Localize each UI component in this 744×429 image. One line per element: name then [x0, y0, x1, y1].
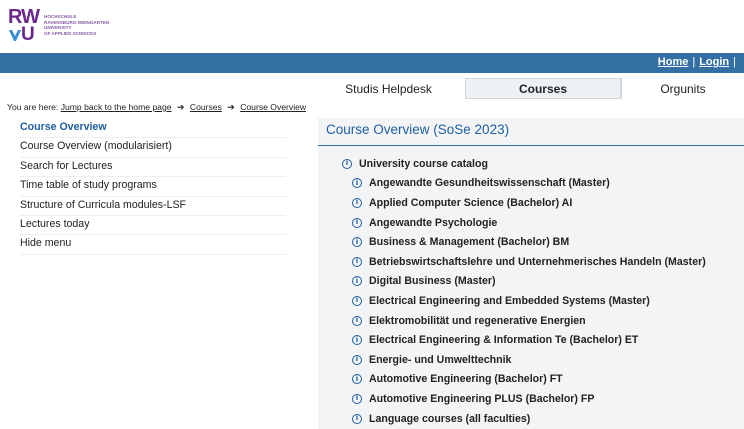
- course-tree-item-label[interactable]: Angewandte Gesundheitswissenschaft (Mast…: [369, 177, 610, 189]
- menu-item-course-overview[interactable]: Course Overview: [20, 119, 286, 139]
- arrow-right-icon: ➔: [176, 102, 185, 112]
- info-icon[interactable]: i: [352, 256, 362, 267]
- logo-mark-u: U: [21, 24, 35, 45]
- course-tree-item-label[interactable]: Elektromobilität und regenerative Energi…: [369, 315, 586, 327]
- course-tree-item-label[interactable]: Digital Business (Master): [369, 275, 496, 287]
- title-divider: [318, 145, 744, 146]
- menu-item-lectures-today[interactable]: Lectures today: [20, 216, 286, 236]
- course-tree-item-label[interactable]: Automotive Engineering (Bachelor) FT: [369, 373, 563, 385]
- tab-courses[interactable]: Courses: [465, 78, 621, 99]
- course-tree-item[interactable]: i Applied Computer Science (Bachelor) AI: [342, 193, 706, 213]
- course-tree-item[interactable]: i Energie- und Umwelttechnik: [342, 350, 706, 370]
- course-tree-item[interactable]: i Betriebswirtschaftslehre und Unternehme…: [342, 252, 706, 272]
- arrow-right-icon: ➔: [227, 102, 235, 112]
- logo-line-3: UNIVERSITY: [44, 25, 72, 31]
- info-icon[interactable]: i: [352, 374, 362, 385]
- logo-emblem-icon: [9, 30, 21, 41]
- course-tree-item-label[interactable]: Angewandte Psychologie: [369, 217, 497, 229]
- page-title: Course Overview (SoSe 2023): [326, 122, 510, 137]
- tree-root[interactable]: i University course catalog: [342, 154, 706, 174]
- main-content: Course Overview (SoSe 2023) i University…: [318, 118, 744, 429]
- info-icon[interactable]: i: [352, 178, 362, 189]
- logo-wordmark: HOCHSCHULE RAVENSBURG-WEINGARTEN UNIVERS…: [44, 14, 109, 36]
- course-tree-item-label[interactable]: Applied Computer Science (Bachelor) AI: [369, 197, 572, 209]
- info-icon[interactable]: i: [352, 197, 362, 208]
- course-tree-item[interactable]: i Angewandte Gesundheitswissenschaft (Mas…: [342, 174, 706, 194]
- info-icon[interactable]: i: [352, 295, 362, 306]
- tab-orgunits[interactable]: Orgunits: [621, 78, 744, 99]
- course-tree-item-label[interactable]: Betriebswirtschaftslehre und Unternehmer…: [369, 256, 706, 268]
- info-icon[interactable]: i: [352, 354, 362, 365]
- separator-trailing: |: [733, 56, 736, 68]
- info-icon[interactable]: i: [352, 393, 362, 404]
- info-icon[interactable]: i: [352, 315, 362, 326]
- info-icon[interactable]: i: [352, 237, 362, 248]
- course-tree-item[interactable]: i Electrical Engineering and Embedded Sys…: [342, 291, 706, 311]
- info-icon[interactable]: i: [352, 335, 362, 346]
- course-tree-item[interactable]: i Angewandte Psychologie: [342, 213, 706, 233]
- course-tree-item[interactable]: i Language courses (all faculties): [342, 409, 706, 429]
- breadcrumb-course-overview-link[interactable]: Course Overview: [240, 102, 306, 112]
- info-icon[interactable]: i: [352, 413, 362, 424]
- breadcrumb: You are here: Jump back to the home page…: [7, 102, 306, 113]
- breadcrumb-home-link[interactable]: Jump back to the home page: [61, 102, 172, 112]
- account-links: Home | Login |: [658, 56, 740, 68]
- logo-line-2: RAVENSBURG-WEINGARTEN: [44, 19, 110, 25]
- breadcrumb-courses-link[interactable]: Courses: [190, 102, 222, 112]
- menu-item-search-for-lectures[interactable]: Search for Lectures: [20, 158, 286, 178]
- main-tabs: Studis Helpdesk Courses Orgunits: [312, 78, 744, 99]
- course-tree: i University course catalog i Angewandte …: [342, 154, 706, 428]
- logo-line-4: OF APPLIED SCIENCES: [44, 30, 97, 36]
- tree-root-label[interactable]: University course catalog: [359, 158, 488, 170]
- course-tree-item-label[interactable]: Energie- und Umwelttechnik: [369, 354, 511, 366]
- home-link[interactable]: Home: [658, 56, 689, 68]
- menu-item-course-overview-modularisiert[interactable]: Course Overview (modularisiert): [20, 138, 286, 158]
- course-tree-item-label[interactable]: Automotive Engineering PLUS (Bachelor) F…: [369, 393, 594, 405]
- breadcrumb-prefix: You are here:: [7, 102, 59, 112]
- tab-studis-helpdesk[interactable]: Studis Helpdesk: [312, 78, 465, 99]
- left-menu: Course Overview Course Overview (modular…: [20, 119, 286, 255]
- course-tree-item-label[interactable]: Business & Management (Bachelor) BM: [369, 236, 569, 248]
- course-tree-item[interactable]: i Automotive Engineering PLUS (Bachelor) …: [342, 389, 706, 409]
- course-tree-item-label[interactable]: Electrical Engineering and Embedded Syst…: [369, 295, 650, 307]
- menu-item-hide-menu[interactable]: Hide menu: [20, 235, 286, 255]
- menu-item-time-table[interactable]: Time table of study programs: [20, 177, 286, 197]
- course-tree-item[interactable]: i Business & Management (Bachelor) BM: [342, 232, 706, 252]
- university-logo[interactable]: RW U HOCHSCHULE RAVENSBURG-WEINGARTEN UN…: [8, 7, 148, 47]
- login-link[interactable]: Login: [699, 56, 729, 68]
- info-icon[interactable]: i: [342, 158, 352, 169]
- separator: |: [692, 56, 696, 68]
- course-tree-item[interactable]: i Electrical Engineering & Information Te…: [342, 330, 706, 350]
- menu-item-structure-of-curricula[interactable]: Structure of Curricula modules-LSF: [20, 197, 286, 216]
- info-icon[interactable]: i: [352, 217, 362, 228]
- course-tree-item[interactable]: i Digital Business (Master): [342, 272, 706, 292]
- top-navigation-bar: Home | Login |: [0, 53, 744, 73]
- course-tree-item[interactable]: i Elektromobilität und regenerative Energ…: [342, 311, 706, 331]
- logo-line-1: HOCHSCHULE: [44, 14, 77, 19]
- course-tree-item-label[interactable]: Language courses (all faculties): [369, 413, 530, 425]
- info-icon[interactable]: i: [352, 276, 362, 287]
- course-tree-item-label[interactable]: Electrical Engineering & Information Te …: [369, 334, 638, 346]
- course-tree-item[interactable]: i Automotive Engineering (Bachelor) FT: [342, 370, 706, 390]
